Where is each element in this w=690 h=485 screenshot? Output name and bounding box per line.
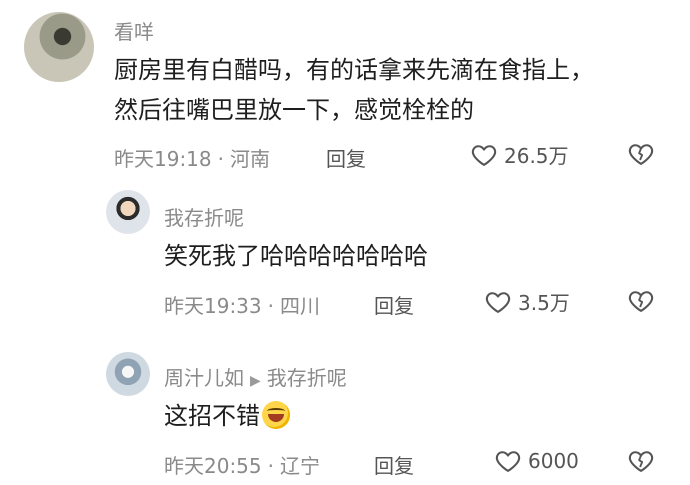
laughing-emoji-icon xyxy=(262,401,290,429)
reply-text: 笑死我了哈哈哈哈哈哈哈 xyxy=(164,242,428,270)
reply-username[interactable]: 周汁儿如 xyxy=(164,366,244,390)
reply-meta: 昨天20:55 · 辽宁 xyxy=(164,450,320,479)
avatar[interactable] xyxy=(24,12,94,82)
reply-button[interactable]: 回复 xyxy=(374,450,414,479)
broken-heart-icon xyxy=(628,144,654,165)
reply-button[interactable]: 回复 xyxy=(374,290,414,319)
reply-header: 周汁儿如 ▶ 我存折呢 xyxy=(164,362,347,391)
like-count: 26.5万 xyxy=(504,144,569,168)
separator-dot: · xyxy=(217,147,224,171)
broken-heart-icon xyxy=(628,451,654,472)
reply-location: 辽宁 xyxy=(280,454,320,478)
comment-username[interactable]: 看咩 xyxy=(114,16,154,45)
heart-outline-icon xyxy=(485,291,511,313)
comment-location: 河南 xyxy=(230,147,270,171)
dislike-button[interactable] xyxy=(626,287,656,315)
dislike-button[interactable] xyxy=(626,140,656,168)
reply-text: 这招不错 xyxy=(164,402,260,430)
reply-time: 昨天19:33 xyxy=(164,294,262,318)
comment-text-line-1: 厨房里有白醋吗，有的话拿来先滴在食指上， xyxy=(114,56,594,84)
reply-to-username[interactable]: 我存折呢 xyxy=(267,366,347,390)
reply-arrow-icon: ▶ xyxy=(250,373,261,389)
reply-location: 四川 xyxy=(280,294,320,318)
broken-heart-icon xyxy=(628,291,654,312)
like-button[interactable]: 3.5万 xyxy=(484,287,570,316)
comment-time: 昨天19:18 xyxy=(114,147,212,171)
separator-dot: · xyxy=(267,454,274,478)
reply-text-container: 这招不错 xyxy=(164,396,290,436)
like-button[interactable]: 6000 xyxy=(494,447,579,475)
reply-time: 昨天20:55 xyxy=(164,454,262,478)
heart-outline-icon xyxy=(471,144,497,166)
like-count: 3.5万 xyxy=(518,291,570,315)
avatar[interactable] xyxy=(106,352,150,396)
like-count: 6000 xyxy=(528,449,579,473)
like-button[interactable]: 26.5万 xyxy=(470,140,569,169)
comment-text-line-2: 然后往嘴巴里放一下，感觉栓栓的 xyxy=(114,96,474,124)
dislike-button[interactable] xyxy=(626,447,656,475)
reply-button[interactable]: 回复 xyxy=(326,143,366,172)
reply-meta: 昨天19:33 · 四川 xyxy=(164,290,320,319)
heart-outline-icon xyxy=(495,451,521,472)
avatar[interactable] xyxy=(106,190,150,234)
comment-meta: 昨天19:18 · 河南 xyxy=(114,143,270,172)
reply-username[interactable]: 我存折呢 xyxy=(164,202,244,231)
separator-dot: · xyxy=(267,294,274,318)
